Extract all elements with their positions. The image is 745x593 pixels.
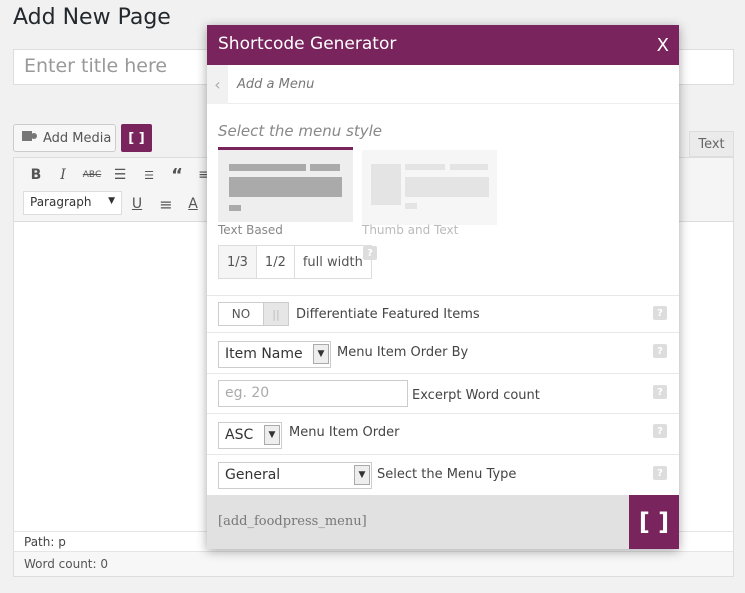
modal-subheader: ‹ Add a Menu bbox=[207, 65, 679, 104]
help-icon[interactable]: ? bbox=[653, 385, 667, 399]
width-option-third[interactable]: 1/3 bbox=[219, 246, 257, 278]
chevron-down-icon: ▼ bbox=[313, 344, 329, 364]
justify-icon[interactable]: ≡ bbox=[156, 194, 176, 214]
menu-type-label: Select the Menu Type bbox=[377, 467, 517, 482]
numbered-list-icon[interactable]: ☰ bbox=[139, 165, 159, 185]
modal-footer: [add_foodpress_menu] [ ] bbox=[207, 495, 679, 549]
subheader-title: Add a Menu bbox=[237, 77, 315, 92]
bold-icon[interactable]: B bbox=[26, 165, 46, 185]
shortcode-generator-modal: Shortcode Generator X ‹ Add a Menu Selec… bbox=[207, 25, 679, 549]
shortcode-generator-button[interactable]: [ ] bbox=[121, 124, 152, 152]
field-row-menu-type: General ▼ Select the Menu Type ? bbox=[207, 454, 679, 495]
insert-shortcode-button[interactable]: [ ] bbox=[629, 495, 679, 549]
excerpt-label: Excerpt Word count bbox=[412, 388, 540, 403]
toggle-knob: || bbox=[263, 303, 288, 325]
tab-text[interactable]: Text bbox=[689, 131, 734, 157]
field-row-order: ASC ▼ Menu Item Order ? bbox=[207, 413, 679, 454]
help-icon[interactable]: ? bbox=[653, 424, 667, 438]
close-button[interactable]: X bbox=[657, 35, 669, 56]
width-option-half[interactable]: 1/2 bbox=[256, 246, 295, 278]
chevron-down-icon: ▼ bbox=[108, 196, 115, 206]
page-title: Add New Page bbox=[13, 5, 171, 30]
blockquote-icon[interactable]: “ bbox=[167, 165, 187, 186]
style-label-thumb-and-text: Thumb and Text bbox=[362, 223, 459, 237]
chevron-down-icon: ▼ bbox=[264, 425, 280, 445]
chevron-left-icon: ‹ bbox=[214, 75, 221, 94]
add-media-label: Add Media bbox=[43, 130, 112, 146]
field-row-excerpt: eg. 20 Excerpt Word count ? bbox=[207, 373, 679, 413]
help-icon[interactable]: ? bbox=[653, 306, 667, 320]
width-option-full[interactable]: full width bbox=[294, 246, 371, 278]
order-by-select[interactable]: Item Name ▼ bbox=[218, 341, 331, 368]
style-label-text-based: Text Based bbox=[218, 223, 283, 237]
featured-label: Differentiate Featured Items bbox=[296, 307, 480, 322]
strikethrough-icon[interactable]: ABC bbox=[82, 165, 102, 185]
word-count: Word count: 0 bbox=[14, 551, 733, 576]
text-color-icon[interactable]: A bbox=[183, 194, 203, 214]
excerpt-word-count-input[interactable]: eg. 20 bbox=[218, 380, 408, 407]
field-row-order-by: Item Name ▼ Menu Item Order By ? bbox=[207, 332, 679, 373]
order-by-label: Menu Item Order By bbox=[337, 345, 469, 360]
modal-title: Shortcode Generator bbox=[218, 34, 397, 54]
menu-type-select[interactable]: General ▼ bbox=[218, 462, 372, 489]
add-media-button[interactable]: Add Media bbox=[13, 124, 116, 152]
chevron-down-icon: ▼ bbox=[354, 465, 370, 485]
style-option-thumb-and-text[interactable] bbox=[362, 150, 497, 225]
field-row-featured: NO || Differentiate Featured Items ? bbox=[207, 295, 679, 332]
order-label: Menu Item Order bbox=[289, 425, 400, 440]
shortcode-output: [add_foodpress_menu] bbox=[218, 514, 367, 529]
back-button[interactable]: ‹ bbox=[207, 65, 228, 104]
underline-icon[interactable]: U bbox=[127, 194, 147, 214]
order-select[interactable]: ASC ▼ bbox=[218, 422, 282, 449]
help-icon[interactable]: ? bbox=[653, 466, 667, 480]
featured-toggle[interactable]: NO || bbox=[218, 302, 289, 326]
style-heading: Select the menu style bbox=[218, 122, 383, 140]
style-option-text-based[interactable] bbox=[218, 147, 353, 222]
help-icon[interactable]: ? bbox=[363, 246, 377, 260]
bullet-list-icon[interactable]: ☰ bbox=[110, 165, 130, 185]
width-selector: 1/3 1/2 full width bbox=[218, 245, 372, 279]
italic-icon[interactable]: I bbox=[53, 165, 73, 185]
format-select[interactable]: Paragraph ▼ bbox=[23, 191, 122, 215]
help-icon[interactable]: ? bbox=[653, 344, 667, 358]
modal-header: Shortcode Generator X bbox=[207, 25, 679, 65]
media-icon bbox=[22, 129, 38, 147]
